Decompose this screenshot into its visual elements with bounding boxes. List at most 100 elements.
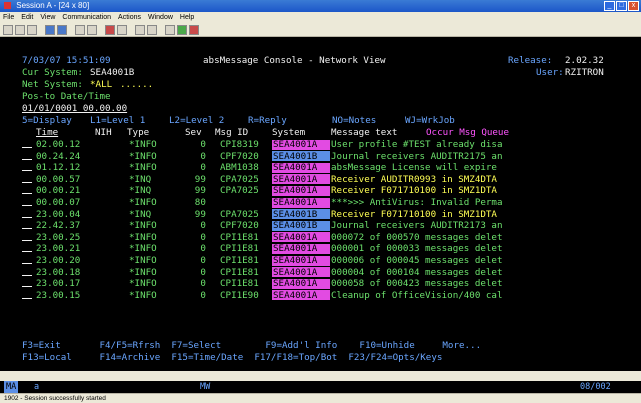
option-input[interactable] (22, 139, 32, 148)
row-message-text: User profile #TEST already disa (331, 139, 503, 150)
row-system-badge: SEA4001A (272, 290, 330, 301)
row-sev: 0 (200, 139, 206, 150)
send-icon[interactable] (45, 24, 55, 35)
option-input[interactable] (22, 197, 32, 206)
row-system: SEA4001A (273, 243, 318, 255)
paste-icon[interactable] (27, 24, 37, 35)
row-system-badge: SEA4001B (272, 220, 330, 231)
option-input[interactable] (22, 243, 32, 253)
option-input[interactable] (22, 255, 32, 264)
row-sev: 99 (194, 173, 206, 185)
option-input[interactable] (22, 278, 32, 288)
cur-system-value: SEA4001B (90, 67, 135, 78)
menu-communication[interactable]: Communication (62, 12, 111, 23)
row-message-text: Journal receivers AUDITR2173 an (331, 220, 503, 232)
copy-icon[interactable] (15, 24, 25, 35)
user-value: RZITRON (565, 67, 604, 78)
net-system-label: Net System: (22, 79, 83, 90)
row-msgid: CPA7025 (220, 185, 259, 197)
row-type: *INFO (129, 278, 157, 290)
row-sev: 0 (200, 150, 206, 162)
option-input[interactable] (22, 220, 32, 230)
row-sev: 0 (200, 220, 206, 232)
window-title-bar: Session A - [24 x 80] _ □ x (0, 0, 641, 12)
option-input[interactable] (22, 290, 32, 299)
row-time: 00.00.57 (36, 173, 81, 185)
keyboard-icon[interactable] (87, 24, 97, 35)
legend-notes: NO=Notes (332, 115, 377, 126)
option-input[interactable] (22, 267, 32, 276)
row-sev: 0 (200, 289, 206, 301)
row-msgid: CPI1E81 (220, 278, 259, 290)
net-system-input[interactable]: *ALL (90, 79, 112, 90)
col-system: System (272, 127, 306, 138)
maximize-button[interactable]: □ (616, 1, 627, 11)
customize-icon[interactable] (165, 24, 175, 35)
option-input[interactable] (22, 185, 32, 195)
display-icon[interactable] (75, 24, 85, 35)
pos-to-input[interactable]: 01/01/0001 00.00.00 (22, 103, 127, 114)
row-sev: 0 (200, 243, 206, 255)
option-input[interactable] (22, 174, 32, 183)
row-message-text: 000004 of 000104 messages delet (331, 266, 503, 278)
legend-reply: R=Reply (248, 115, 287, 126)
status-bar: 1902 - Session successfully started (0, 393, 641, 403)
row-type: *INFO (129, 139, 157, 150)
row-system-badge: SEA4001A (272, 232, 330, 243)
receive-icon[interactable] (57, 24, 67, 35)
row-sev: 0 (200, 266, 206, 278)
menu-view[interactable]: View (40, 12, 55, 23)
row-message-text: Receiver F071710100 in SMZ1DTA (331, 185, 497, 197)
settings-icon[interactable] (147, 24, 157, 35)
minimize-button[interactable]: _ (604, 1, 615, 11)
menu-file[interactable]: File (3, 12, 14, 23)
row-system: SEA4001A (273, 278, 318, 290)
status-a: a (34, 382, 40, 392)
menu-window[interactable]: Window (148, 12, 173, 23)
menu-edit[interactable]: Edit (21, 12, 33, 23)
legend-display: 5=Display (22, 115, 72, 126)
close-button[interactable]: x (628, 1, 639, 11)
connect-icon[interactable] (177, 24, 187, 35)
row-system-badge: SEA4001A (272, 266, 330, 278)
row-time: 22.42.37 (36, 220, 81, 232)
app-title: absMessage Console - Network View (203, 55, 386, 66)
row-message-text: 000058 of 000423 messages delet (331, 278, 503, 290)
row-message-text: ***>>> AntiVirus: Invalid Perma (331, 197, 503, 208)
play-icon[interactable] (117, 24, 127, 35)
row-sev: 0 (200, 162, 206, 174)
row-message-text: Journal receivers AUDITR2175 an (331, 150, 503, 162)
option-input[interactable] (22, 209, 32, 218)
row-msgid: CPI1E81 (220, 255, 259, 266)
disconnect-icon[interactable] (189, 24, 199, 35)
col-message-text: Message text (331, 127, 398, 138)
row-system-badge: SEA4001A (272, 139, 330, 150)
row-time: 02.00.12 (36, 139, 81, 150)
row-sev: 0 (200, 255, 206, 266)
row-sev: 0 (200, 278, 206, 290)
record-icon[interactable] (105, 24, 115, 35)
print-icon[interactable] (3, 24, 13, 35)
release-value: 2.02.32 (565, 55, 604, 66)
cur-system-label: Cur System: (22, 67, 83, 78)
row-system: SEA4001A (273, 266, 318, 278)
terminal-screen[interactable]: 7/03/07 15:51:09 absMessage Console - Ne… (0, 37, 641, 371)
option-input[interactable] (22, 162, 32, 172)
row-system: SEA4001A (273, 162, 318, 174)
option-input[interactable] (22, 151, 32, 160)
row-system-badge: SEA4001B (272, 151, 330, 162)
user-label: User: (536, 67, 564, 78)
row-msgid: CPI1E90 (220, 289, 259, 301)
row-system: SEA4001A (273, 139, 318, 150)
release-label: Release: (508, 55, 553, 66)
option-input[interactable] (22, 232, 32, 241)
row-msgid: CPF7020 (220, 150, 259, 162)
row-time: 00.00.07 (36, 197, 81, 208)
macro-icon[interactable] (135, 24, 145, 35)
row-time: 01.12.12 (36, 162, 81, 174)
row-type: *INFO (129, 231, 157, 243)
legend-wrkjob: WJ=WrkJob (405, 115, 455, 126)
menu-help[interactable]: Help (180, 12, 194, 23)
menu-actions[interactable]: Actions (118, 12, 141, 23)
row-type: *INQ (129, 208, 152, 220)
